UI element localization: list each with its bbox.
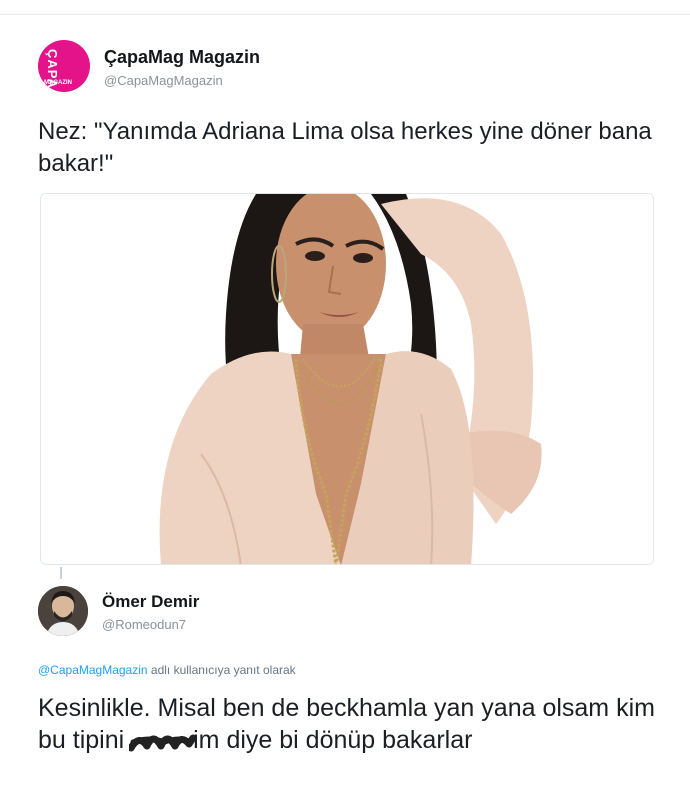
scribble-redaction-icon bbox=[129, 734, 196, 752]
tweet-header: ÇAPA MAGAZIN ÇapaMag Magazin @CapaMagMag… bbox=[38, 40, 658, 100]
reply-context: @CapaMagMagazin adlı kullanıcıya yanıt o… bbox=[38, 663, 296, 677]
reply-text: Kesinlikle. Misal ben de beckhamla yan y… bbox=[38, 692, 658, 756]
top-divider bbox=[0, 14, 690, 15]
reply-to-mention-link[interactable]: @CapaMagMagazin bbox=[38, 663, 148, 677]
reply-author-name[interactable]: Ömer Demir bbox=[102, 592, 199, 612]
photo-of-woman-icon bbox=[41, 194, 653, 564]
reply-text-after: im diye bi dönüp bakarlar bbox=[193, 726, 473, 754]
redaction: ​ bbox=[129, 724, 196, 756]
account-logo[interactable]: ÇAPA MAGAZIN bbox=[38, 40, 90, 92]
reply-to-suffix: adlı kullanıcıya yanıt olarak bbox=[147, 663, 296, 677]
reply-header: Ömer Demir @Romeodun7 bbox=[38, 586, 658, 642]
account-display-name[interactable]: ÇapaMag Magazin bbox=[104, 47, 260, 68]
reply-author-handle[interactable]: @Romeodun7 bbox=[102, 617, 186, 632]
thread-line bbox=[60, 567, 62, 579]
avatar-person-icon bbox=[38, 586, 88, 636]
tweet-text: Nez: "Yanımda Adriana Lima olsa herkes y… bbox=[38, 118, 652, 177]
avatar[interactable] bbox=[38, 586, 88, 636]
logo-subtext: MAGAZIN bbox=[44, 80, 72, 86]
tweet-media[interactable] bbox=[40, 193, 654, 565]
account-handle[interactable]: @CapaMagMagazin bbox=[104, 73, 223, 88]
